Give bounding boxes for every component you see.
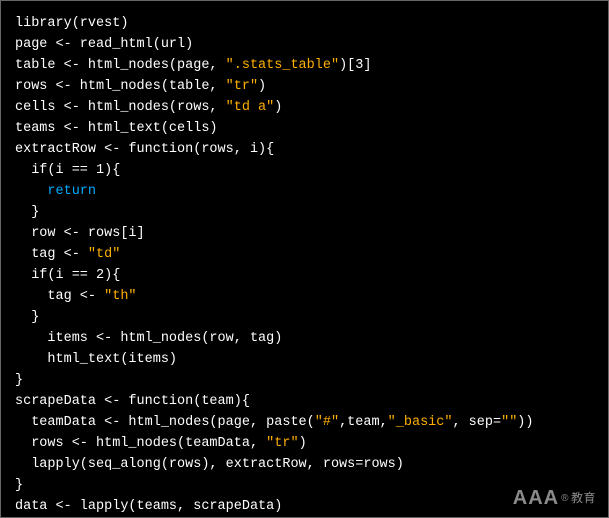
code-token: }: [15, 373, 23, 388]
code-token: return: [47, 184, 96, 199]
code-line: }: [15, 370, 594, 391]
code-token: [15, 184, 47, 199]
code-token: extractRow <- function(rows, i){: [15, 142, 274, 157]
code-lines: library(rvest) page <- read_html(url)tabl…: [15, 13, 594, 517]
code-token: items <- html_nodes(row, tag): [15, 331, 282, 346]
code-line: page <- read_html(url): [15, 34, 594, 55]
code-token: )): [517, 415, 533, 430]
watermark-suffix: 教育: [571, 488, 596, 509]
code-token: "td": [88, 247, 120, 262]
code-token: cells <- html_nodes(rows,: [15, 100, 226, 115]
code-line: return: [15, 181, 594, 202]
code-token: rows <- html_nodes(table,: [15, 79, 226, 94]
code-token: }: [15, 205, 39, 220]
code-token: rows <- html_nodes(teamData,: [15, 436, 266, 451]
code-line: tag <- "td": [15, 244, 594, 265]
watermark: AAA®教育: [513, 488, 596, 509]
code-token: library(rvest): [15, 16, 128, 31]
code-line: tag <- "th": [15, 286, 594, 307]
code-line: teamData <- html_nodes(page, paste("#",t…: [15, 412, 594, 433]
code-token: "td a": [226, 100, 275, 115]
code-line: items <- html_nodes(row, tag): [15, 328, 594, 349]
code-token: data <- lapply(teams, scrapeData): [15, 499, 282, 514]
code-token: ): [274, 100, 282, 115]
code-line: cells <- html_nodes(rows, "td a"): [15, 97, 594, 118]
code-token: html_text(items): [15, 352, 177, 367]
code-token: ,team,: [339, 415, 388, 430]
code-token: "#": [315, 415, 339, 430]
code-line: }: [15, 202, 594, 223]
code-token: tag <-: [15, 289, 104, 304]
watermark-brand: AAA: [513, 488, 559, 509]
code-line: scrapeData <- function(team){: [15, 391, 594, 412]
code-token: )[3]: [339, 58, 371, 73]
code-line: rows <- html_nodes(teamData, "tr"): [15, 433, 594, 454]
code-line: data <- lapply(teams, scrapeData): [15, 496, 594, 517]
code-token: teamData <- html_nodes(page, paste(: [15, 415, 315, 430]
code-token: lapply(seq_along(rows), extractRow, rows…: [15, 457, 404, 472]
code-token: }: [15, 310, 39, 325]
code-token: "": [501, 415, 517, 430]
code-block: library(rvest) page <- read_html(url)tabl…: [0, 0, 609, 518]
code-token: teams <- html_text(cells): [15, 121, 218, 136]
code-token: }: [15, 478, 23, 493]
code-line: teams <- html_text(cells): [15, 118, 594, 139]
code-token: "th": [104, 289, 136, 304]
code-token: ): [258, 79, 266, 94]
code-line: lapply(seq_along(rows), extractRow, rows…: [15, 454, 594, 475]
code-token: page <- read_html(url): [15, 37, 193, 52]
code-line: if(i == 2){: [15, 265, 594, 286]
code-token: "tr": [266, 436, 298, 451]
watermark-registered: ®: [561, 488, 569, 509]
code-line: }: [15, 475, 594, 496]
code-line: html_text(items): [15, 349, 594, 370]
code-token: table <- html_nodes(page,: [15, 58, 226, 73]
code-token: ): [299, 436, 307, 451]
code-line: rows <- html_nodes(table, "tr"): [15, 76, 594, 97]
code-token: if(i == 1){: [15, 163, 120, 178]
code-token: tag <-: [15, 247, 88, 262]
code-token: , sep=: [452, 415, 501, 430]
code-line: library(rvest): [15, 13, 594, 34]
code-line: }: [15, 307, 594, 328]
code-token: row <- rows[i]: [15, 226, 145, 241]
code-token: scrapeData <- function(team){: [15, 394, 250, 409]
code-token: "tr": [226, 79, 258, 94]
code-token: ".stats_table": [226, 58, 339, 73]
code-line: extractRow <- function(rows, i){: [15, 139, 594, 160]
code-token: if(i == 2){: [15, 268, 120, 283]
code-line: table <- html_nodes(page, ".stats_table"…: [15, 55, 594, 76]
code-token: "_basic": [388, 415, 453, 430]
code-line: if(i == 1){: [15, 160, 594, 181]
code-line: row <- rows[i]: [15, 223, 594, 244]
